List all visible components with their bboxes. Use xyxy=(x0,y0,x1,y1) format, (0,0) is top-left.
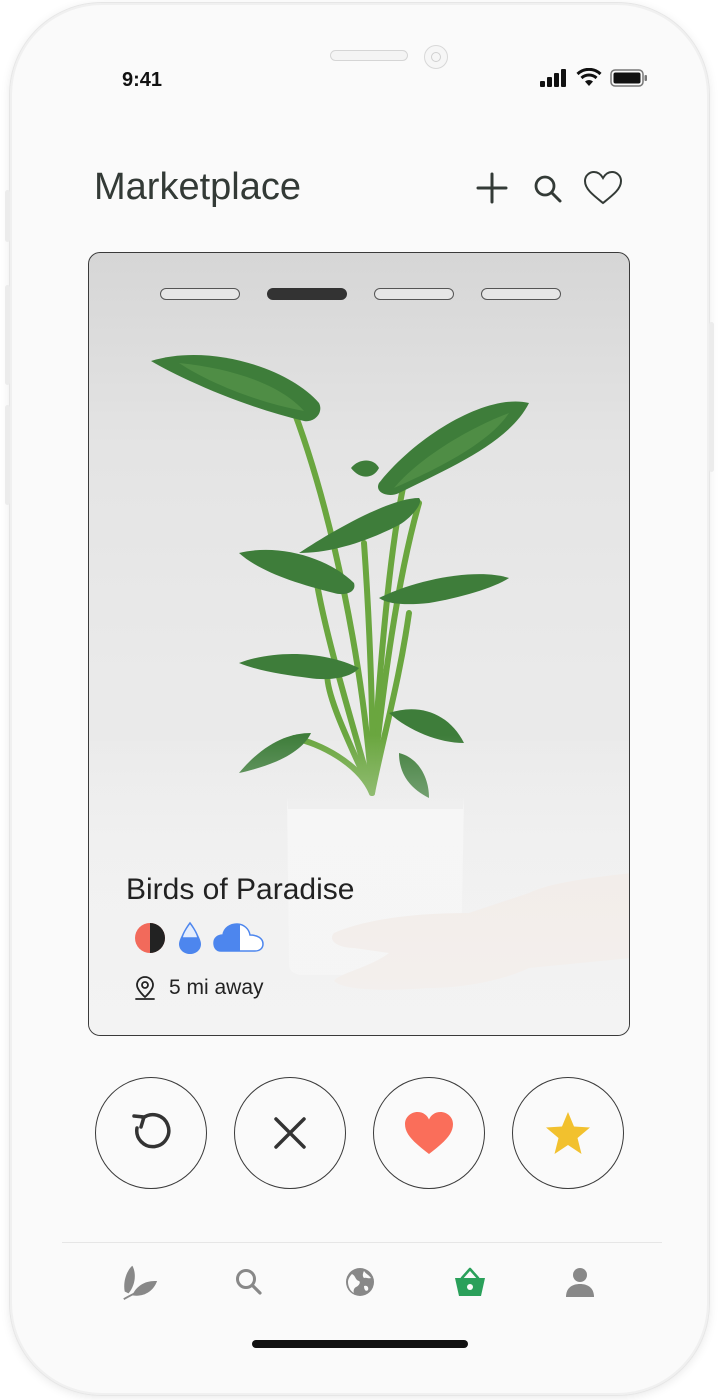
nav-profile[interactable] xyxy=(560,1262,600,1302)
half-cloud-icon xyxy=(213,923,264,952)
water-drop-icon xyxy=(179,921,201,954)
nav-plants[interactable] xyxy=(119,1262,159,1302)
power-button xyxy=(709,322,714,472)
plant-card[interactable]: Birds of Paradise 5 mi away xyxy=(88,252,630,1036)
carousel-indicator-4[interactable] xyxy=(481,288,561,300)
nav-divider xyxy=(62,1242,662,1243)
superlike-button[interactable] xyxy=(512,1077,624,1189)
close-icon xyxy=(274,1117,306,1149)
undo-icon xyxy=(132,1112,171,1149)
star-icon xyxy=(546,1112,590,1154)
nav-marketplace[interactable] xyxy=(450,1262,490,1302)
search-icon xyxy=(236,1269,262,1295)
basket-icon xyxy=(455,1267,485,1296)
leaf-icon xyxy=(123,1265,158,1300)
search-icon[interactable] xyxy=(533,174,563,204)
care-icons xyxy=(133,921,265,955)
carousel-indicator-2[interactable] xyxy=(267,288,347,300)
undo-button[interactable] xyxy=(95,1077,207,1189)
half-sun-icon xyxy=(135,923,165,953)
location-pin-icon xyxy=(135,976,155,1000)
favorites-heart-icon[interactable] xyxy=(583,170,623,206)
distance-row: 5 mi away xyxy=(133,975,264,1001)
home-indicator[interactable] xyxy=(252,1340,468,1348)
signal-icon xyxy=(540,68,566,87)
front-camera xyxy=(424,45,448,69)
nav-search[interactable] xyxy=(229,1262,269,1302)
carousel-indicator-1[interactable] xyxy=(160,288,240,300)
carousel-indicator-3[interactable] xyxy=(374,288,454,300)
distance-text: 5 mi away xyxy=(169,976,264,999)
speaker-grille xyxy=(330,50,408,61)
like-button[interactable] xyxy=(373,1077,485,1189)
user-icon xyxy=(566,1268,594,1297)
battery-icon xyxy=(610,68,647,87)
wifi-icon xyxy=(576,68,602,86)
mute-switch xyxy=(5,190,10,242)
volume-down-button xyxy=(5,405,10,505)
dislike-button[interactable] xyxy=(234,1077,346,1189)
globe-icon xyxy=(346,1268,374,1296)
nav-explore[interactable] xyxy=(340,1262,380,1302)
heart-icon xyxy=(405,1112,453,1154)
plus-icon[interactable] xyxy=(476,172,508,204)
status-time: 9:41 xyxy=(122,69,163,91)
page-title: Marketplace xyxy=(94,166,301,208)
volume-up-button xyxy=(5,285,10,385)
plant-name: Birds of Paradise xyxy=(126,873,355,906)
status-icons xyxy=(540,68,648,87)
